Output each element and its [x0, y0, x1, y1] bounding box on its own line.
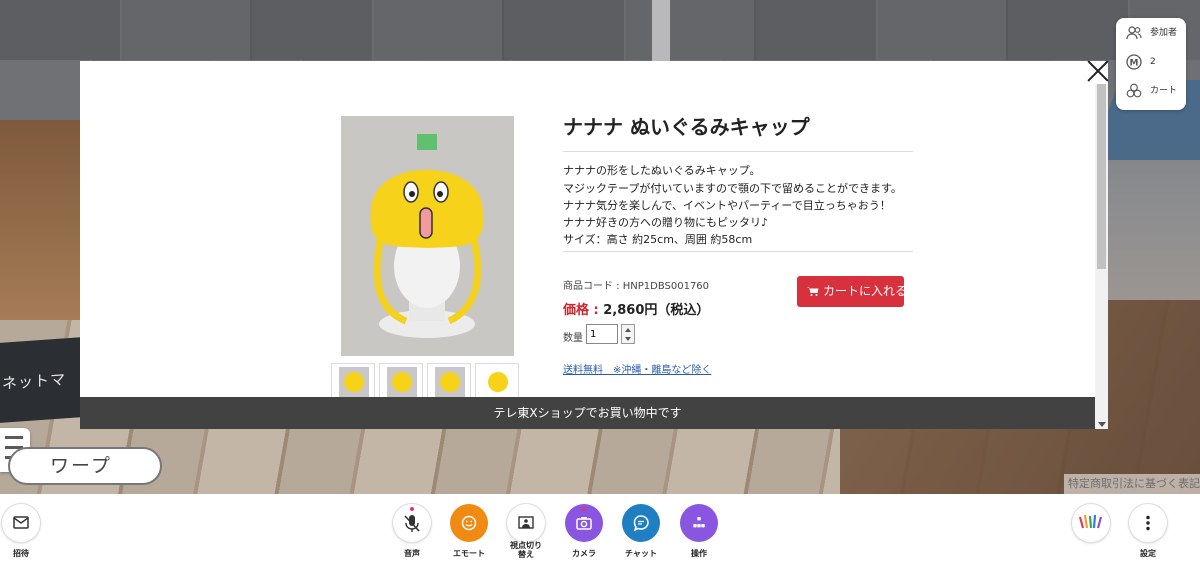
m-badge-icon: M: [1126, 54, 1142, 70]
operation-button[interactable]: [680, 504, 718, 542]
cart-icon: [807, 287, 819, 296]
description-line: マジックテープが付いていますので顎の下で留めることができます。: [563, 182, 902, 195]
cart-item[interactable]: カート: [1126, 82, 1186, 100]
quantity-stepper[interactable]: [621, 324, 635, 344]
scroll-thumb[interactable]: [1097, 84, 1106, 269]
divider: [563, 251, 913, 252]
emote-label: エモート: [453, 549, 485, 558]
quantity-input[interactable]: [586, 324, 618, 344]
description-line: ナナナ気分を楽しんで、イベントやパーティーで目立っちゃおう！: [563, 199, 891, 212]
svg-text:M: M: [1130, 59, 1139, 69]
brand-logo-button[interactable]: [1072, 504, 1110, 542]
description-line: ナナナの形をしたぬいぐるみキャップ。: [563, 164, 761, 177]
status-dot: [582, 507, 586, 511]
chat-icon: [633, 515, 649, 532]
pillar: [652, 0, 670, 70]
chat-button[interactable]: [622, 504, 660, 542]
close-icon[interactable]: [1086, 60, 1110, 82]
divider: [563, 151, 913, 152]
settings-button[interactable]: [1129, 504, 1167, 542]
product-main-image[interactable]: [341, 116, 514, 356]
product-title: ナナナ ぬいぐるみキャップ: [563, 115, 810, 139]
modal-scrollbar[interactable]: [1095, 84, 1108, 429]
step-up-icon[interactable]: [625, 328, 631, 332]
product-modal: ナナナ ぬいぐるみキャップ ナナナの形をしたぬいぐるみキャップ。 マジックテープ…: [80, 61, 1108, 429]
price: 価格 : 2,860円（税込）: [563, 299, 709, 318]
product-photo: [341, 116, 514, 356]
participants-icon: [1126, 26, 1142, 40]
price-label: 価格 :: [563, 303, 599, 318]
quantity-label: 数量: [563, 333, 583, 344]
side-panel: 参加者 M 2 カート: [1116, 18, 1186, 110]
viewpoint-icon: [518, 516, 534, 529]
mail-icon: [13, 516, 29, 529]
smile-icon: [461, 515, 477, 531]
brand-logo-icon: [1078, 514, 1103, 529]
more-vertical-icon: [1146, 515, 1150, 531]
shipping-info-link[interactable]: 送料無料 ※沖縄・離島など除く: [563, 361, 711, 376]
settings-label: 設定: [1140, 549, 1156, 558]
voice-button[interactable]: [393, 504, 431, 542]
shop-banner: テレ東Xショップでお買い物中です: [80, 397, 1095, 429]
status-dot: [410, 507, 414, 511]
add-to-cart-button[interactable]: カートに入れる: [797, 276, 907, 307]
description-line: ナナナ好きの方への贈り物にもピッタリ♪: [563, 216, 769, 229]
emote-button[interactable]: [450, 504, 488, 542]
legal-notice-link[interactable]: 特定商取引法に基づく表記: [1064, 474, 1200, 494]
price-value: 2,860円（税込）: [603, 303, 710, 318]
viewpoint-button[interactable]: [507, 504, 545, 542]
count-item[interactable]: M 2: [1126, 53, 1186, 71]
cart-boxes-icon: [1126, 83, 1142, 98]
operation-label: 操作: [691, 549, 707, 558]
step-down-icon[interactable]: [625, 337, 631, 341]
warp-button[interactable]: ワープ: [8, 447, 162, 485]
voice-label: 音声: [404, 549, 420, 558]
camera-button[interactable]: [565, 504, 603, 542]
controls-icon: [693, 517, 705, 528]
viewpoint-label: 視点切り 替え: [510, 541, 542, 559]
participants-item[interactable]: 参加者: [1126, 24, 1186, 42]
chat-label: チャット: [625, 549, 657, 558]
product-code: 商品コード : HNP1DBS001760: [563, 281, 710, 292]
bottom-toolbar: 招待 音声 エモート 視点切り 替え カメラ チャット 操作 設定: [0, 494, 1200, 568]
camera-label: カメラ: [572, 549, 596, 558]
description-line: サイズ：高さ 約25cm、周囲 約58cm: [563, 233, 753, 246]
invite-label: 招待: [13, 549, 29, 558]
scroll-down-icon[interactable]: [1098, 422, 1106, 427]
shelf-sign: ネットマ: [0, 337, 82, 423]
invite-button[interactable]: [2, 504, 40, 542]
store-shelf: [0, 120, 80, 320]
